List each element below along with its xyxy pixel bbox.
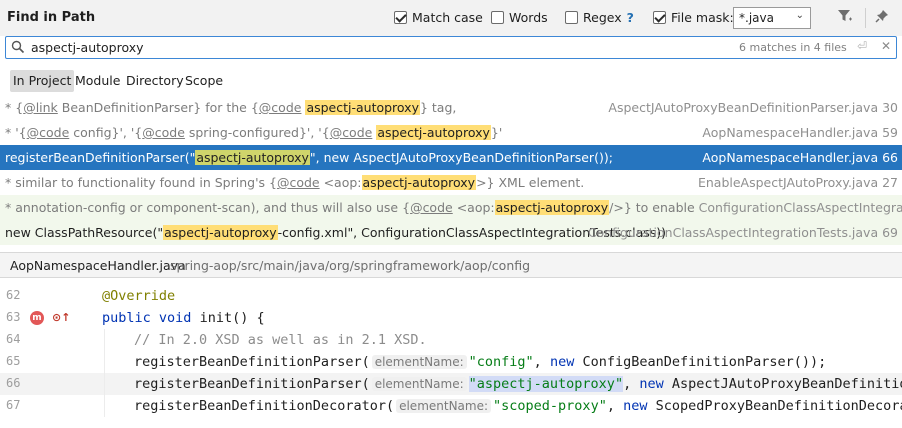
code-text: registerBeanDefinitionParser(elementName… (134, 376, 902, 392)
words-label: Words (509, 10, 548, 25)
file-mask-checkbox[interactable] (653, 11, 666, 24)
code-annotation: @Override (102, 288, 176, 304)
code-line-64: 64 // In 2.0 XSD as well as in 2.1 XSD. (0, 329, 902, 351)
tab-directory[interactable]: Directory (123, 70, 187, 92)
code-text: registerBeanDefinitionParser(elementName… (134, 354, 827, 370)
tab-scope-label: Scope (185, 73, 224, 88)
match-count: 6 matches in 4 files (739, 41, 847, 54)
result-file: AopNamespaceHandler.java 66 (702, 150, 898, 165)
result-text: * '{@code config}', '{@code spring-confi… (5, 125, 503, 140)
result-row[interactable]: * '{@code config}', '{@code spring-confi… (0, 120, 902, 145)
tab-in-project-label: In Project (13, 73, 72, 88)
pin-icon[interactable] (875, 9, 889, 27)
result-row[interactable]: * similar to functionality found in Spri… (0, 170, 902, 195)
tab-in-project[interactable]: In Project (10, 70, 75, 92)
match-case-checkbox[interactable] (394, 11, 407, 24)
code-comment: // In 2.0 XSD as well as in 2.1 XSD. (134, 332, 427, 348)
result-text: new ClassPathResource("aspectj-autoproxy… (5, 225, 667, 240)
search-input-box[interactable]: aspectj-autoproxy 6 matches in 4 files ⏎… (5, 36, 897, 59)
regex-checkbox[interactable] (565, 11, 578, 24)
match-highlight: aspectj-autoproxy (361, 175, 477, 190)
close-icon[interactable]: ✕ (881, 39, 891, 53)
chevron-down-icon: ⌄ (795, 10, 804, 21)
result-row[interactable]: * annotation-config or component-scan), … (0, 195, 902, 220)
search-input[interactable]: aspectj-autoproxy (31, 40, 144, 55)
parameter-hint: elementName: (396, 399, 492, 413)
words-option[interactable]: Words (491, 10, 548, 25)
code-line-65: 65 registerBeanDefinitionParser(elementN… (0, 351, 902, 373)
code-line-62: 62 @Override (0, 285, 902, 307)
new-line-icon[interactable]: ⏎ (857, 39, 867, 53)
indent-guide (104, 373, 105, 395)
filter-icon[interactable] (837, 9, 853, 27)
result-row-selected[interactable]: registerBeanDefinitionParser("aspectj-au… (0, 145, 902, 170)
scope-tabs: In Project Module Directory Scope (0, 62, 902, 94)
parameter-hint: elementName: (371, 355, 467, 369)
match-case-option[interactable]: Match case (394, 10, 483, 25)
result-row[interactable]: new ClassPathResource("aspectj-autoproxy… (0, 220, 902, 245)
match-highlight: "aspectj-autoproxy" (468, 376, 624, 392)
line-number: 63 (6, 310, 21, 324)
result-file: EnableAspectJAutoProxy.java 27 (697, 175, 898, 190)
preview-file-name: AopNamespaceHandler.java (10, 258, 186, 273)
match-highlight: aspectj-autoproxy (195, 150, 310, 165)
tab-module-label: Module (75, 73, 121, 88)
match-highlight: aspectj-autoproxy (376, 125, 491, 140)
result-text: * {@link BeanDefinitionParser} for the {… (5, 100, 457, 115)
file-mask-label: File mask: (671, 10, 734, 25)
regex-label: Regex (583, 10, 622, 25)
tab-scope[interactable]: Scope (182, 70, 226, 92)
result-file: AspectJAutoProxyBeanDefinitionParser.jav… (608, 100, 898, 115)
file-mask-value: *.java (739, 11, 774, 25)
preview-path-bar: AopNamespaceHandler.java spring-aop/src/… (0, 252, 902, 278)
file-mask-dropdown[interactable]: *.java ⌄ (733, 7, 811, 29)
tab-directory-label: Directory (126, 73, 184, 88)
file-mask-option[interactable]: File mask: (653, 10, 734, 25)
method-marker-icon[interactable]: m (30, 311, 44, 325)
implements-arrow-icon[interactable]: ⊙↑ (52, 311, 70, 324)
match-highlight: aspectj-autoproxy (494, 200, 610, 215)
result-file: AopNamespaceHandler.java 59 (702, 125, 898, 140)
result-text: registerBeanDefinitionParser("aspectj-au… (5, 150, 613, 165)
code-line-63: 63 m ⊙↑ public void init() { (0, 307, 902, 329)
line-number: 64 (6, 332, 21, 346)
result-row[interactable]: * {@link BeanDefinitionParser} for the {… (0, 95, 902, 120)
match-highlight: aspectj-autoproxy (163, 225, 278, 240)
search-icon (11, 40, 25, 57)
result-text: * annotation-config or component-scan), … (5, 200, 902, 215)
find-in-path-header: Find in Path Match case Words Regex ? Fi… (0, 0, 902, 36)
result-file: ConfigurationClassAspectIntegrationTests… (698, 200, 902, 215)
line-number: 65 (6, 354, 21, 368)
indent-guide (104, 329, 105, 351)
code-preview[interactable]: 62 @Override 63 m ⊙↑ public void init() … (0, 279, 902, 428)
dialog-title: Find in Path (7, 10, 96, 25)
tab-module[interactable]: Module (72, 70, 123, 92)
preview-file-path: spring-aop/src/main/java/org/springframe… (170, 258, 531, 273)
indent-guide (104, 351, 105, 373)
result-text: * similar to functionality found in Spri… (5, 175, 585, 190)
line-number: 66 (6, 376, 21, 390)
code-text: public void init() { (102, 310, 265, 326)
words-checkbox[interactable] (491, 11, 504, 24)
match-case-label: Match case (412, 10, 483, 25)
regex-option[interactable]: Regex ? (565, 10, 634, 25)
line-number: 62 (6, 288, 21, 302)
code-text: registerBeanDefinitionDecorator(elementN… (134, 398, 902, 414)
parameter-hint: elementName: (371, 377, 467, 391)
result-file: ConfigurationClassAspectIntegrationTests… (587, 225, 898, 240)
match-highlight: aspectj-autoproxy (305, 100, 420, 115)
line-number: 67 (6, 398, 21, 412)
indent-guide (104, 395, 105, 417)
code-line-67: 67 registerBeanDefinitionDecorator(eleme… (0, 395, 902, 417)
code-line-66-current: 66 registerBeanDefinitionParser(elementN… (0, 373, 902, 395)
regex-help-link[interactable]: ? (627, 10, 634, 25)
toolbar-divider (865, 8, 866, 28)
